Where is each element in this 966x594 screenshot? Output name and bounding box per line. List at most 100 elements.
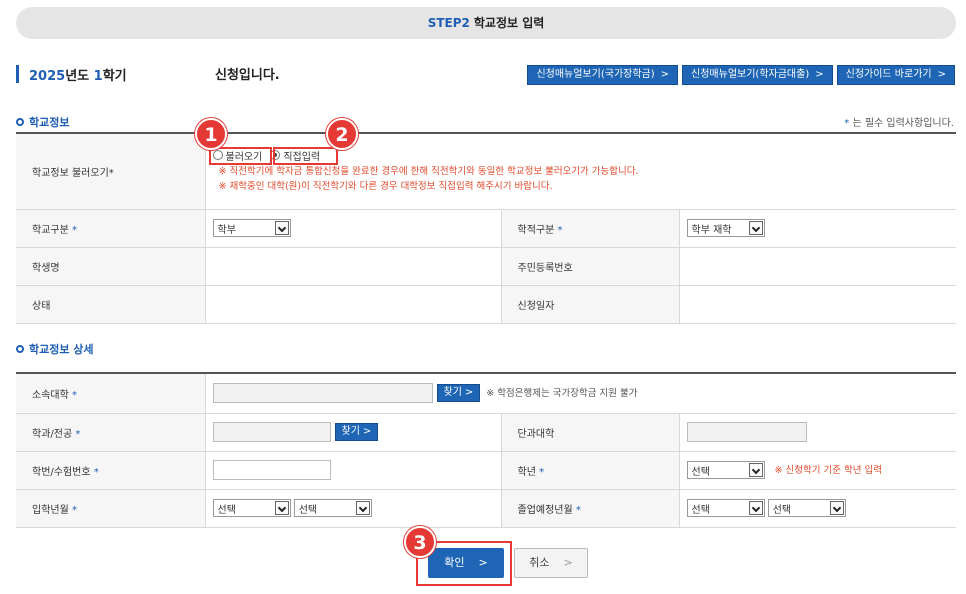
grade-value-cell: 선택 ※ 신청학기 기준 학년 입력 xyxy=(679,451,956,490)
chevron-right-icon: > xyxy=(937,69,946,80)
enroll-type-select[interactable]: 학부 재학 xyxy=(686,219,765,237)
school-info-title-text: 학교정보 xyxy=(29,116,70,129)
admission-row: 입학년월 * 선택 선택 졸업예정년월 * 선택 선택 xyxy=(16,489,956,528)
load-radio-group: 불러오기 직접입력 xyxy=(212,148,957,163)
load-row: 학교정보 불러오기* 불러오기 직접입력 ※ 직전학기에 학자금 통합신청을 완… xyxy=(16,133,957,210)
status-label: 상태 xyxy=(32,300,51,312)
semester-text: 2025년도 1학기 xyxy=(29,65,127,84)
load-value-cell: 불러오기 직접입력 ※ 직전학기에 학자금 통합신청을 완료한 경우에 한해 직… xyxy=(205,133,957,210)
apply-date-value xyxy=(679,285,956,324)
student-no-input[interactable] xyxy=(212,460,331,480)
step-title: 학교정보 입력 xyxy=(473,16,545,30)
annotation-badge-1: 1 xyxy=(195,118,227,150)
graduation-month-value: 선택 xyxy=(772,504,792,516)
load-label-star: * xyxy=(108,167,114,179)
apply-guide-button[interactable]: 신청가이드 바로가기 > xyxy=(836,65,955,85)
school-detail-title-text: 학교정보 상세 xyxy=(29,343,94,356)
school-type-select[interactable]: 학부 xyxy=(212,219,291,237)
grade-value: 선택 xyxy=(691,466,710,478)
chevron-down-icon xyxy=(274,221,289,235)
graduation-value-cell: 선택 선택 xyxy=(679,489,956,528)
status-row: 상태 신청일자 xyxy=(16,285,956,324)
chevron-right-icon: > xyxy=(660,69,670,80)
semester-term-suffix: 학기 xyxy=(102,68,127,84)
manual-scholarship-button[interactable]: 신청매뉴얼보기(국가장학금) > xyxy=(527,65,679,85)
univ-hint: ※ 학점은행제는 국가장학금 지원 불가 xyxy=(486,388,638,400)
dept-value-cell: 찾기 > xyxy=(205,413,502,452)
univ-row: 소속대학 * 찾기 > ※ 학점은행제는 국가장학금 지원 불가 xyxy=(16,373,956,414)
admission-value-cell: 선택 선택 xyxy=(205,489,502,528)
admission-year-value: 선택 xyxy=(217,504,236,516)
heading-accent-bar xyxy=(16,65,19,83)
college-input[interactable] xyxy=(686,422,807,442)
chevron-right-icon: > xyxy=(464,387,474,399)
school-info-table: 학교정보 불러오기* 불러오기 직접입력 ※ 직전학기에 학자금 통합신청을 완… xyxy=(16,132,956,324)
semester-heading: 2025년도 1학기 xyxy=(16,65,127,84)
notice-previous-term: ※ 직전학기에 학자금 통합신청을 완료한 경우에 한해 직전학기와 동일한 학… xyxy=(218,166,639,178)
chevron-down-icon xyxy=(274,501,289,515)
admission-label-cell: 입학년월 * xyxy=(16,489,206,528)
admission-month-value: 선택 xyxy=(298,504,318,516)
dept-label-cell: 학과/전공 * xyxy=(16,413,206,452)
required-star: * xyxy=(539,466,545,478)
school-type-value-cell: 학부 xyxy=(205,209,502,248)
required-note: * 는 필수 입력사항입니다. xyxy=(844,114,954,129)
school-detail-section-title: 학교정보 상세 xyxy=(16,341,94,357)
admission-year-select[interactable]: 선택 xyxy=(212,499,291,517)
status-value xyxy=(205,285,502,324)
required-star: * xyxy=(557,224,563,236)
semester-year: 2025 xyxy=(29,68,66,84)
dept-find-button[interactable]: 찾기 > xyxy=(334,423,379,441)
confirm-label: 확인 xyxy=(444,556,465,569)
load-label-cell: 학교정보 불러오기* xyxy=(16,133,206,210)
enroll-type-label: 학적구분 xyxy=(517,224,555,236)
graduation-month-select[interactable]: 선택 xyxy=(767,499,846,517)
dept-input[interactable] xyxy=(212,422,331,442)
admission-label: 입학년월 xyxy=(32,504,69,516)
graduation-year-select[interactable]: 선택 xyxy=(686,499,765,517)
grade-label: 학년 xyxy=(517,466,536,478)
radio-load[interactable] xyxy=(212,150,223,161)
dept-label: 학과/전공 xyxy=(32,428,73,440)
univ-find-button[interactable]: 찾기 > xyxy=(436,384,481,403)
semester-term: 1 xyxy=(93,68,103,84)
radio-direct-label[interactable]: 직접입력 xyxy=(283,148,320,163)
student-no-label: 학번/수험번호 xyxy=(32,466,91,478)
manual-loan-label: 신청매뉴얼보기(학자금대출) xyxy=(691,69,810,80)
chevron-down-icon xyxy=(829,501,844,515)
univ-input[interactable] xyxy=(212,383,433,404)
graduation-label-cell: 졸업예정년월 * xyxy=(500,489,680,528)
chevron-right-icon: > xyxy=(362,426,372,437)
apply-text: 신청입니다. xyxy=(215,68,280,83)
step-header: STEP2 학교정보 입력 xyxy=(16,7,956,39)
radio-load-label[interactable]: 불러오기 xyxy=(226,148,263,163)
student-name-value xyxy=(205,247,502,286)
circle-bullet-icon xyxy=(16,118,24,126)
student-name-row: 학생명 주민등록번호 xyxy=(16,247,956,286)
apply-date-label: 신청일자 xyxy=(517,300,555,312)
manual-loan-button[interactable]: 신청매뉴얼보기(학자금대출) > xyxy=(682,65,833,85)
student-name-label: 학생명 xyxy=(32,262,60,274)
grade-select[interactable]: 선택 xyxy=(686,461,765,479)
cancel-label: 취소 xyxy=(529,556,550,569)
student-no-value-cell xyxy=(205,451,502,490)
cancel-button[interactable]: 취소 > xyxy=(514,548,588,578)
student-name-label-cell: 학생명 xyxy=(16,247,206,286)
manual-scholarship-label: 신청매뉴얼보기(국가장학금) xyxy=(536,69,655,80)
college-label-cell: 단과대학 xyxy=(500,413,680,452)
school-type-row: 학교구분 * 학부 학적구분 * 학부 재학 xyxy=(16,209,956,248)
grade-hint: ※ 신청학기 기준 학년 입력 xyxy=(774,465,882,476)
radio-direct[interactable] xyxy=(270,150,281,161)
univ-label-cell: 소속대학 * xyxy=(16,373,206,414)
grade-label-cell: 학년 * xyxy=(500,451,680,490)
notice-different-univ: ※ 재학중인 대학(원)이 직전학기와 다른 경우 대학정보 직접입력 해주시기… xyxy=(218,181,553,193)
annotation-badge-3: 3 xyxy=(404,526,436,558)
chevron-down-icon xyxy=(748,501,763,515)
chevron-down-icon xyxy=(748,463,763,477)
step-number: STEP2 xyxy=(427,16,470,30)
apply-date-label-cell: 신청일자 xyxy=(500,285,680,324)
student-no-row: 학번/수험번호 * 학년 * 선택 ※ 신청학기 기준 학년 입력 xyxy=(16,451,956,490)
confirm-button[interactable]: 확인 > xyxy=(428,548,504,578)
admission-month-select[interactable]: 선택 xyxy=(293,499,372,517)
status-label-cell: 상태 xyxy=(16,285,206,324)
